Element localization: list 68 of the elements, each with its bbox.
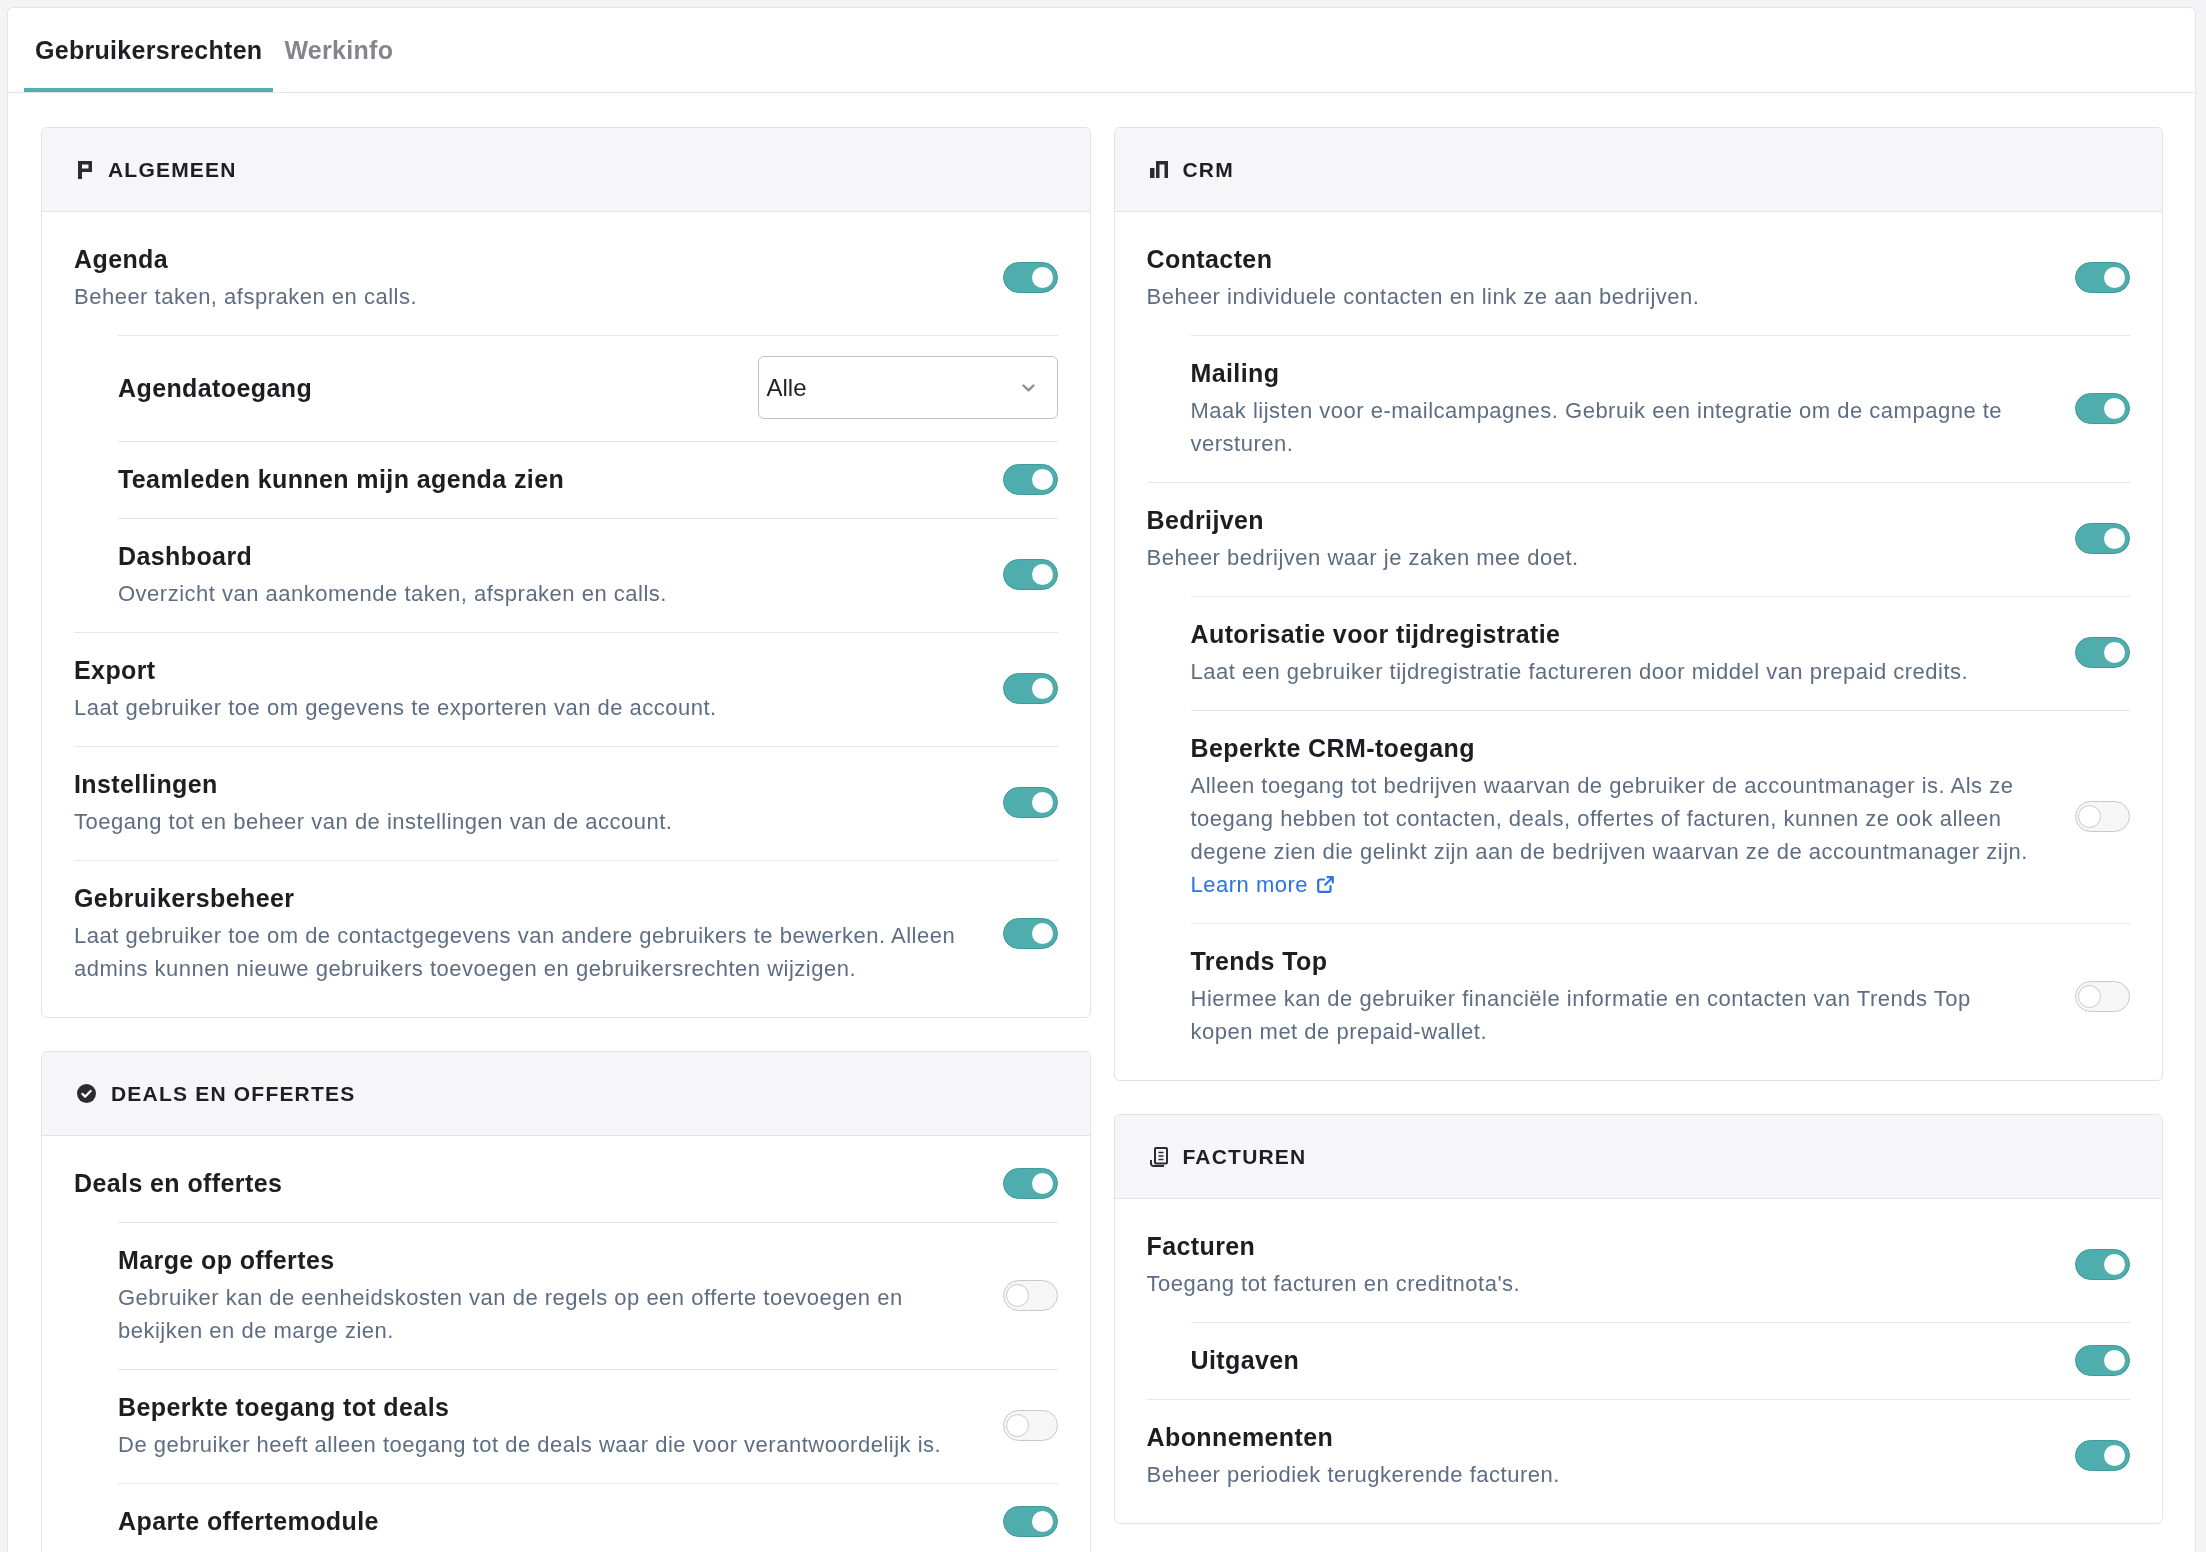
chevron-down-icon	[1021, 383, 1035, 392]
toggle-switch[interactable]	[2075, 800, 2130, 832]
toggle-switch[interactable]	[2075, 262, 2130, 293]
setting-title: Autorisatie voor tijdregistratie	[1190, 619, 1562, 650]
toggle-switch[interactable]	[2075, 1249, 2130, 1280]
toggle-switch[interactable]	[2075, 392, 2130, 424]
tab[interactable]: Gebruikersrechten	[24, 8, 274, 92]
setting-title: Marge op offertes	[118, 1245, 336, 1276]
check-circle-icon	[77, 1084, 96, 1103]
setting-title: Dashboard	[118, 541, 254, 572]
setting-title: Deals en offertes	[74, 1168, 284, 1199]
setting-description: Laat gebruiker toe om gegevens te exporteren van de account.	[74, 694, 718, 722]
toggle-switch[interactable]	[1002, 1410, 1058, 1441]
setting-title: Uitgaven	[1190, 1345, 1301, 1376]
toggle-switch[interactable]	[2075, 1440, 2130, 1471]
learn-more-link[interactable]: Learn more	[1190, 868, 1334, 901]
toggle-switch[interactable]	[1002, 673, 1058, 704]
setting-title: Agendatoegang	[118, 372, 314, 404]
toggle-switch[interactable]	[1002, 559, 1058, 590]
toggle-switch[interactable]	[2075, 523, 2130, 554]
setting-description: Hiermee kan de gebruiker financiële informatie en contacten van Trends Top kopen met de prepaid-wallet.	[1190, 985, 1972, 1046]
section-title: FACTUREN	[1182, 1144, 1307, 1169]
dropdown-select[interactable]: Alle	[757, 356, 1058, 419]
section-title: CRM	[1182, 157, 1234, 182]
setting-title: Agenda	[74, 244, 170, 275]
setting-title: Instellingen	[74, 769, 219, 800]
section-title: DEALS EN OFFERTES	[111, 1081, 356, 1106]
toggle-switch[interactable]	[1002, 262, 1058, 293]
toggle-switch[interactable]	[2075, 980, 2130, 1012]
toggle-switch[interactable]	[1002, 1167, 1058, 1199]
toggle-switch[interactable]	[1002, 787, 1058, 818]
setting-description: Laat gebruiker toe om de contactgegevens van andere gebruikers te bewerken. Alleen admins kunnen nieuwe gebruikers toevoegen en gebruikersrechten wijzigen.	[74, 922, 957, 983]
building-icon	[1149, 161, 1168, 178]
receipt-icon	[1149, 1146, 1168, 1167]
setting-description: Alleen toegang tot bedrijven waarvan de gebruiker de accountmanager is. Als ze toegang hebben tot contacten, deals, offertes of facturen, kunnen ze ook alleen degene zien die gelinkt zijn aan de bedrijven waarvan ze de accountmanager zijn.	[1190, 772, 2029, 866]
setting-title: Facturen	[1146, 1231, 1257, 1262]
setting-title: Mailing	[1190, 358, 1281, 389]
setting-description: Beheer taken, afspraken en calls.	[74, 283, 419, 311]
setting-description: Toegang tot facturen en creditnota's.	[1146, 1270, 1522, 1298]
toggle-switch[interactable]	[2075, 637, 2130, 668]
setting-description: Beheer periodiek terugkerende facturen.	[1146, 1461, 1561, 1489]
setting-description: Maak lijsten voor e-mailcampagnes. Gebruik een integratie om de campagne te versturen.	[1190, 397, 2004, 458]
setting-title: Teamleden kunnen mijn agenda zien	[118, 464, 566, 495]
toggle-switch[interactable]	[1002, 1505, 1058, 1537]
setting-title: Contacten	[1146, 244, 1274, 275]
setting-description: Toegang tot en beheer van de instellingen van de account.	[74, 808, 674, 836]
setting-title: Export	[74, 655, 157, 686]
setting-title: Aparte offertemodule	[118, 1506, 380, 1537]
flag-icon	[77, 160, 93, 179]
setting-title: Trends Top	[1190, 946, 1329, 977]
setting-description: De gebruiker heeft alleen toegang tot de deals waar die voor verantwoordelijk is.	[118, 1431, 943, 1459]
toggle-switch[interactable]	[1002, 1279, 1058, 1311]
setting-title: Beperkte CRM-toegang	[1190, 733, 1476, 764]
setting-description: Beheer individuele contacten en link ze aan bedrijven.	[1146, 283, 1701, 311]
setting-title: Bedrijven	[1146, 505, 1266, 536]
external-link-icon	[1317, 876, 1334, 893]
setting-title: Abonnementen	[1146, 1422, 1335, 1453]
setting-description: Beheer bedrijven waar je zaken mee doet.	[1146, 544, 1580, 572]
setting-title: Beperkte toegang tot deals	[118, 1392, 451, 1423]
setting-description: Overzicht van aankomende taken, afspraken en calls.	[118, 580, 668, 608]
toggle-switch[interactable]	[1002, 463, 1058, 495]
section-title: ALGEMEEN	[108, 157, 237, 182]
setting-description: Laat een gebruiker tijdregistratie factureren door middel van prepaid credits.	[1190, 658, 1970, 686]
setting-title: Gebruikersbeheer	[74, 883, 296, 914]
toggle-switch[interactable]	[2075, 1344, 2130, 1376]
tab[interactable]: Werkinfo	[273, 8, 405, 92]
toggle-switch[interactable]	[1002, 917, 1058, 949]
setting-description: Gebruiker kan de eenheidskosten van de regels op een offerte toevoegen en bekijken en de marge zien.	[118, 1284, 904, 1345]
